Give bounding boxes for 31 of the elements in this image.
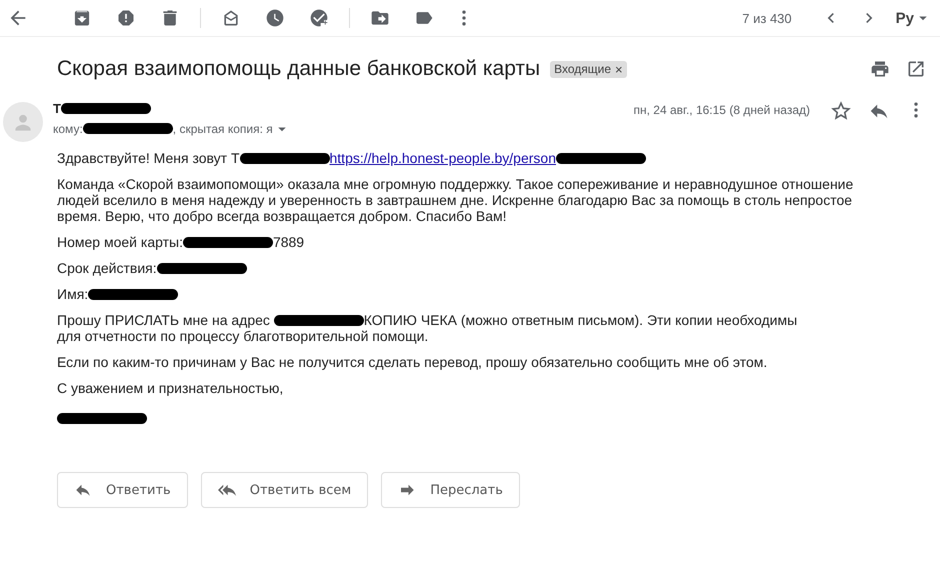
text: КОПИЮ ЧЕКА (можно ответным письмом). Эти копии необходимы bbox=[364, 312, 798, 328]
text: , скрытая копия: я bbox=[172, 122, 273, 136]
text: С уважением и признательностью, bbox=[57, 380, 284, 396]
text: Срок действия: bbox=[57, 260, 157, 276]
remove-label-button[interactable]: × bbox=[615, 62, 623, 76]
action-button[interactable]: Ответить bbox=[57, 472, 188, 508]
add-task-icon[interactable] bbox=[309, 8, 329, 28]
text: для отчетности по процессу благотворительной помощи. bbox=[57, 328, 428, 344]
text: Здравствуйте! Меня зовут Т bbox=[57, 150, 240, 166]
text: Если по каким-то причинам у Вас не получится сделать перевод, прошу обязательно сообщить мне об этом. bbox=[57, 354, 768, 370]
archive-icon[interactable] bbox=[72, 8, 92, 28]
print-icon[interactable] bbox=[870, 59, 890, 79]
text: 7889 bbox=[272, 234, 304, 250]
text: Имя: bbox=[57, 286, 88, 302]
open-new-window-icon[interactable] bbox=[906, 59, 926, 79]
star-icon[interactable] bbox=[830, 100, 852, 122]
inbox-label: Входящие × bbox=[550, 60, 627, 78]
message-counter: 7 из 430 bbox=[742, 10, 792, 26]
text: Т bbox=[53, 101, 61, 116]
text: кому: bbox=[53, 122, 83, 136]
link[interactable]: https://help.honest-people.by/person bbox=[330, 150, 556, 166]
message-date: пн, 24 авг., 16:15 (8 дней назад) bbox=[634, 102, 810, 117]
text: Команда «Скорой взаимопомощи» оказала мне огромную поддержку. Такое сопереживание и неравнодушное отношение людей вселило в меня надежду и уверенность в завтрашнем дне. Искренне благодарю Вас за помощь в столь непростое время. Верю, что добро всегда возвращается добром. Спасибо Вам! bbox=[57, 176, 854, 224]
text: Прошу ПРИСЛАТЬ мне на адрес bbox=[57, 312, 271, 328]
clock-icon[interactable] bbox=[265, 8, 285, 28]
language-selector[interactable]: Ру bbox=[896, 10, 914, 26]
spam-icon[interactable] bbox=[116, 8, 136, 28]
action-button[interactable]: Переслать bbox=[381, 472, 520, 508]
email-subject: Скорая взаимопомощь данные банковской карты bbox=[57, 57, 540, 81]
text: Номер моей карты: bbox=[57, 234, 183, 250]
action-button[interactable]: Ответить всем bbox=[200, 472, 368, 508]
